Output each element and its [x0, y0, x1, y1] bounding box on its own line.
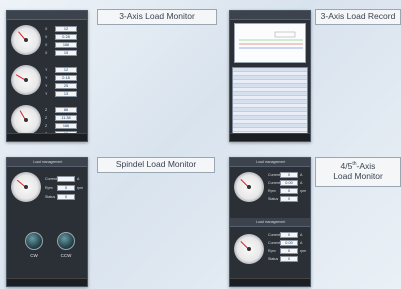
row-label: Rpm: [45, 186, 53, 190]
x-axis-load-gauge: [11, 25, 41, 55]
title-line1-tail: -Axis: [356, 161, 376, 171]
value-field: 0: [57, 194, 75, 200]
y-axis-load-gauge: [11, 65, 41, 95]
value-field: 0.00: [280, 180, 298, 186]
ccw-label: CCW: [60, 253, 72, 258]
value-field: 12: [55, 26, 77, 32]
axis4-load-gauge: [234, 172, 264, 202]
axis3-monitor-screen: X 12 X 0.28 X 166 X 15 Y 12 Y 0.18 Y 25 Y 13 Z 86…: [6, 10, 88, 142]
axis3-record-title: 3-Axis Load Record: [315, 9, 401, 25]
value-field: 15: [55, 50, 77, 56]
value-field: 0.18: [55, 75, 77, 81]
value-field: 12: [55, 67, 77, 73]
unit-label: A: [300, 181, 303, 185]
record-table[interactable]: [232, 67, 308, 139]
record-chart-area: [234, 23, 306, 63]
unit-label: A: [77, 177, 80, 181]
value-field: 166: [55, 123, 77, 129]
header-label: Load management: [256, 160, 286, 164]
axis3-monitor-title: 3-Axis Load Monitor: [97, 9, 217, 25]
value-field: 86: [55, 107, 77, 113]
screen-header: Load management: [7, 158, 87, 167]
header-label: Load management: [33, 160, 63, 164]
axis45-monitor-screen: Load management Current 0 A Current 0.00 A R…: [229, 157, 311, 287]
row-label: Current: [45, 177, 57, 181]
axis45-monitor-title: 4/5th-Axis Load Monitor: [315, 157, 401, 187]
value-field: 0.28: [55, 34, 77, 40]
value-field: 0: [280, 188, 298, 194]
axis3-record-screen: [229, 10, 311, 142]
ccw-button[interactable]: [57, 232, 75, 250]
spindle-load-gauge: [11, 172, 41, 202]
value-field: 0: [280, 248, 298, 254]
title-line1: 4/5: [340, 161, 353, 171]
row-label: X: [45, 27, 48, 31]
value-field: 13: [55, 91, 77, 97]
cw-button[interactable]: [25, 232, 43, 250]
screen-footer: [230, 133, 310, 141]
row-label: X: [45, 51, 48, 55]
row-label: Y: [45, 68, 48, 72]
unit-label: A: [300, 233, 303, 237]
value-field: 0: [57, 185, 75, 191]
cw-label: CW: [30, 253, 38, 258]
row-label: Y: [45, 92, 48, 96]
title-line2: Load Monitor: [333, 170, 383, 181]
row-label: Y: [45, 76, 48, 80]
axis5-load-gauge: [234, 234, 264, 264]
unit-label: rpm: [77, 186, 84, 190]
row-label: Z: [45, 124, 48, 128]
value-field: [57, 176, 75, 182]
row-label: Current: [268, 241, 280, 245]
row-label: Rpm: [268, 189, 276, 193]
value-field: 25: [55, 83, 77, 89]
unit-label: rpm: [300, 189, 307, 193]
screen-footer: [7, 133, 87, 141]
screen-header: [7, 11, 87, 20]
record-trend-lines: [239, 31, 303, 49]
value-field: 11.38: [55, 115, 77, 121]
value-field: 0: [280, 256, 298, 262]
row-label: Status: [45, 195, 56, 199]
screen-footer: [230, 278, 310, 286]
row-label: Status: [268, 257, 279, 261]
screen-footer: [7, 278, 87, 286]
spindle-monitor-screen: Load management Current A Rpm 0 rpm Status 0…: [6, 157, 88, 287]
value-field: 0.00: [280, 240, 298, 246]
row-label: Status: [268, 197, 279, 201]
row-label: Current: [268, 173, 280, 177]
row-label: Current: [268, 181, 280, 185]
row-label: X: [45, 35, 48, 39]
row-label: Y: [45, 84, 48, 88]
z-axis-load-gauge: [11, 105, 41, 135]
unit-label: rpm: [300, 249, 307, 253]
screen-subheader: Load management: [230, 218, 310, 227]
row-label: X: [45, 43, 48, 47]
header-label: Load management: [256, 220, 286, 224]
row-label: Z: [45, 108, 48, 112]
screen-header: Load management: [230, 158, 310, 167]
unit-label: A: [300, 241, 303, 245]
value-field: 0: [280, 232, 298, 238]
value-field: 166: [55, 42, 77, 48]
screen-header: [230, 11, 310, 20]
spindle-monitor-title: Spindel Load Monitor: [97, 157, 215, 173]
value-field: 0: [280, 172, 298, 178]
row-label: Rpm: [268, 249, 276, 253]
unit-label: A: [300, 173, 303, 177]
row-label: Current: [268, 233, 280, 237]
value-field: 0: [280, 196, 298, 202]
row-label: Z: [45, 116, 48, 120]
